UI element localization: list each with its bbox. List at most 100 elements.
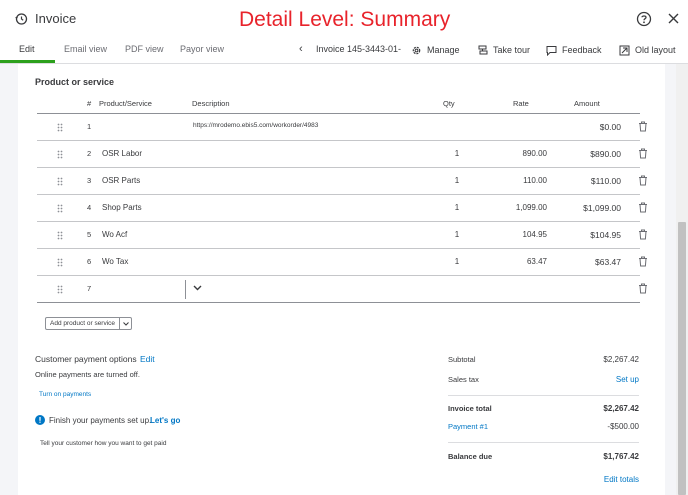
tab-payor-view[interactable]: Payor view xyxy=(180,44,224,54)
totals-divider xyxy=(448,395,639,396)
row-amount: $63.47 xyxy=(595,257,621,267)
balance-due-label: Balance due xyxy=(448,452,493,461)
add-product-label: Add product or service xyxy=(50,320,116,327)
gear-icon xyxy=(412,46,421,54)
row-description[interactable]: https://mrodemo.ebis5.com/workorder/4983 xyxy=(193,122,318,129)
table-row[interactable]: 2 OSR Labor 1 890.00 $890.00 xyxy=(37,141,647,168)
feedback-button[interactable]: Feedback xyxy=(546,43,602,57)
invoice-number: Invoice 145-3443-01- xyxy=(316,44,402,54)
trash-icon[interactable] xyxy=(638,283,648,294)
sales-tax-label: Sales tax xyxy=(448,375,479,384)
select-divider xyxy=(185,280,186,299)
table-row[interactable]: 6 Wo Tax 1 63.47 $63.47 xyxy=(37,249,647,276)
balance-due-value: $1,767.42 xyxy=(603,452,639,461)
trash-icon[interactable] xyxy=(638,148,648,159)
row-rate[interactable]: 110.00 xyxy=(467,176,547,185)
chevron-left-icon[interactable]: ‹ xyxy=(299,43,303,55)
row-rate[interactable]: 1,099.00 xyxy=(467,203,547,212)
invoice-total-value: $2,267.42 xyxy=(603,404,639,413)
tab-email-view[interactable]: Email view xyxy=(64,44,107,54)
row-product[interactable]: OSR Labor xyxy=(102,149,142,158)
column-header-description: Description xyxy=(192,99,230,108)
row-amount: $104.95 xyxy=(590,230,621,240)
history-icon[interactable] xyxy=(14,12,28,26)
app-header: Invoice Detail Level: Summary xyxy=(0,0,688,38)
column-header-rate: Rate xyxy=(513,99,529,108)
online-payments-status: Online payments are turned off. xyxy=(35,370,140,379)
table-row[interactable]: 4 Shop Parts 1 1,099.00 $1,099.00 xyxy=(37,195,647,222)
payment-options-edit-link[interactable]: Edit xyxy=(140,354,155,364)
old-layout-icon xyxy=(619,45,630,55)
trash-icon[interactable] xyxy=(638,229,648,240)
row-rate[interactable]: 63.47 xyxy=(467,257,547,266)
row-rate[interactable]: 890.00 xyxy=(467,149,547,158)
trash-icon[interactable] xyxy=(638,202,648,213)
edit-totals-link[interactable]: Edit totals xyxy=(538,475,639,484)
payment-options-title: Customer payment options xyxy=(35,354,137,364)
finish-setup-text: Finish your payments set up. xyxy=(49,416,152,425)
row-number: 6 xyxy=(87,257,92,266)
invoice-total-label: Invoice total xyxy=(448,404,492,413)
old-layout-button[interactable]: Old layout xyxy=(619,43,676,57)
info-icon xyxy=(35,415,45,425)
row-number: 1 xyxy=(87,122,92,131)
lets-go-link[interactable]: Let's go xyxy=(150,416,180,425)
subtotal-label: Subtotal xyxy=(448,355,476,364)
turn-on-payments-link[interactable]: Turn on payments xyxy=(39,391,91,398)
trash-icon[interactable] xyxy=(638,256,648,267)
take-tour-label: Take tour xyxy=(493,45,531,55)
column-header-product: Product/Service xyxy=(99,99,152,108)
add-product-dropdown[interactable] xyxy=(120,321,131,326)
payment-1-value: -$500.00 xyxy=(607,422,639,431)
row-product[interactable]: OSR Parts xyxy=(102,176,140,185)
drag-handle-icon[interactable] xyxy=(57,123,63,132)
feedback-label: Feedback xyxy=(562,45,602,55)
invoice-card: Product or service # Product/Service Des… xyxy=(18,64,665,495)
manage-button[interactable]: Manage xyxy=(411,43,460,57)
chevron-down-icon[interactable] xyxy=(193,285,202,291)
manage-label: Manage xyxy=(427,45,460,55)
drag-handle-icon[interactable] xyxy=(57,285,63,294)
scrollbar-thumb[interactable] xyxy=(678,222,686,495)
row-amount: $1,099.00 xyxy=(583,203,621,213)
old-layout-label: Old layout xyxy=(635,45,676,55)
drag-handle-icon[interactable] xyxy=(57,150,63,159)
row-product[interactable]: Wo Tax xyxy=(102,257,128,266)
row-number: 7 xyxy=(87,284,92,293)
tab-edit[interactable]: Edit xyxy=(19,44,35,54)
row-product[interactable]: Shop Parts xyxy=(102,203,142,212)
table-row[interactable]: 1 https://mrodemo.ebis5.com/workorder/49… xyxy=(37,114,647,141)
active-tab-indicator xyxy=(0,60,55,63)
tab-pdf-view[interactable]: PDF view xyxy=(125,44,164,54)
row-amount: $890.00 xyxy=(590,149,621,159)
drag-handle-icon[interactable] xyxy=(57,231,63,240)
drag-handle-icon[interactable] xyxy=(57,258,63,267)
column-header-qty: Qty xyxy=(443,99,455,108)
tell-customer-text: Tell your customer how you want to get p… xyxy=(40,440,167,447)
sales-tax-setup-link[interactable]: Set up xyxy=(538,375,639,384)
payment-1-link[interactable]: Payment #1 xyxy=(448,422,488,431)
table-row[interactable]: 5 Wo Acf 1 104.95 $104.95 xyxy=(37,222,647,249)
row-amount: $0.00 xyxy=(599,122,621,132)
table-row[interactable]: 7 xyxy=(37,276,647,303)
drag-handle-icon[interactable] xyxy=(57,204,63,213)
tour-icon xyxy=(478,45,488,54)
row-number: 2 xyxy=(87,149,92,158)
balance-divider xyxy=(448,442,639,443)
feedback-icon xyxy=(546,45,557,56)
take-tour-button[interactable]: Take tour xyxy=(478,43,530,57)
table-row[interactable]: 3 OSR Parts 1 110.00 $110.00 xyxy=(37,168,647,195)
add-product-button[interactable]: Add product or service xyxy=(45,317,133,330)
trash-icon[interactable] xyxy=(638,121,648,132)
row-number: 5 xyxy=(87,230,92,239)
trash-icon[interactable] xyxy=(638,175,648,186)
drag-handle-icon[interactable] xyxy=(57,177,63,186)
row-product[interactable]: Wo Acf xyxy=(102,230,127,239)
column-header-amount: Amount xyxy=(574,99,600,108)
close-icon[interactable] xyxy=(667,12,680,25)
help-icon[interactable] xyxy=(636,11,652,27)
tab-bar: Edit Email view PDF view Payor view ‹ In… xyxy=(0,38,688,64)
row-rate[interactable]: 104.95 xyxy=(467,230,547,239)
row-amount: $110.00 xyxy=(590,176,621,186)
column-header-number: # xyxy=(87,99,92,108)
